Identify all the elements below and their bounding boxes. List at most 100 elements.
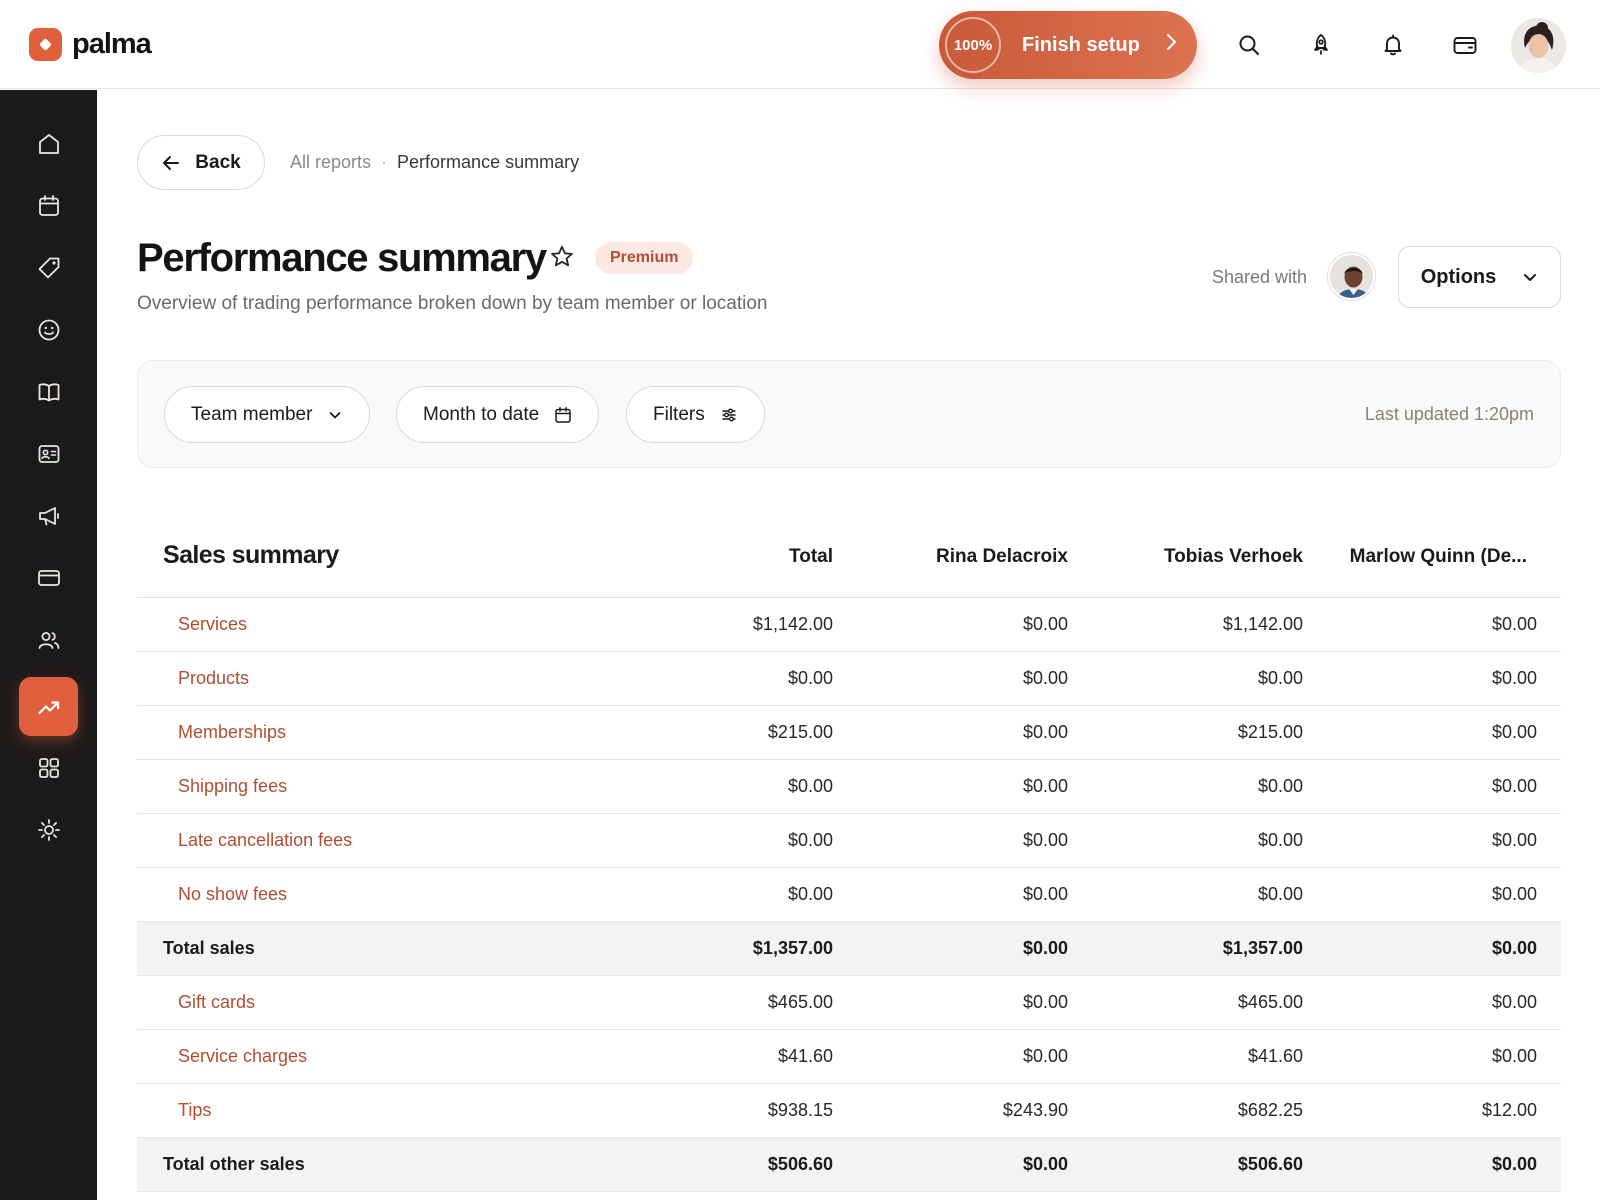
megaphone-icon xyxy=(38,506,59,525)
breadcrumb-current: Performance summary xyxy=(397,152,580,172)
table-row: No show fees $0.00 $0.00 $0.00 $0.00 xyxy=(137,868,1561,922)
row-value: $0.00 xyxy=(1257,884,1303,904)
setup-progress-ring: 100% xyxy=(945,17,1001,73)
rocket-icon[interactable] xyxy=(1305,29,1337,61)
sidebar-item-offers[interactable] xyxy=(19,238,78,297)
sidebar-item-apps[interactable] xyxy=(19,738,78,797)
brand-name: palma xyxy=(72,28,152,60)
arrow-left-icon xyxy=(163,155,180,170)
chevron-right-icon xyxy=(1164,32,1178,58)
row-value: $1,357.00 xyxy=(1222,938,1303,958)
row-value: $682.25 xyxy=(1237,1100,1303,1120)
row-value: $506.60 xyxy=(767,1154,833,1174)
search-icon[interactable] xyxy=(1233,29,1265,61)
sidebar-item-settings[interactable] xyxy=(19,800,78,859)
sidebar-item-marketing[interactable] xyxy=(19,486,78,545)
premium-badge: Premium xyxy=(595,242,694,274)
row-label[interactable]: Products xyxy=(178,668,249,689)
row-value: $215.00 xyxy=(1237,722,1303,742)
row-value: $0.00 xyxy=(1022,992,1068,1012)
row-value: $0.00 xyxy=(1022,668,1068,688)
row-label[interactable]: No show fees xyxy=(178,884,287,905)
user-avatar[interactable] xyxy=(1511,18,1566,73)
column-header-total[interactable]: Total xyxy=(789,546,833,568)
row-label[interactable]: Service charges xyxy=(178,1046,307,1067)
row-label[interactable]: Tips xyxy=(178,1100,211,1121)
row-value: $41.60 xyxy=(1247,1046,1303,1066)
row-value: $506.60 xyxy=(1237,1154,1303,1174)
row-value: $0.00 xyxy=(1491,1046,1537,1066)
row-label[interactable]: Services xyxy=(178,614,247,635)
date-range-picker[interactable]: Month to date xyxy=(396,386,600,443)
top-bar: palma 100% Finish setup xyxy=(0,0,1600,89)
contact-card-icon xyxy=(38,444,59,463)
options-dropdown-button[interactable]: Options xyxy=(1398,246,1561,308)
bell-icon[interactable] xyxy=(1377,29,1409,61)
sidebar-item-reports[interactable] xyxy=(19,677,78,736)
row-value: $1,142.00 xyxy=(752,614,833,634)
row-value: $243.90 xyxy=(1002,1100,1068,1120)
row-value: $938.15 xyxy=(767,1100,833,1120)
row-value: $0.00 xyxy=(1491,722,1537,742)
row-value: $0.00 xyxy=(1022,1046,1068,1066)
date-range-label: Month to date xyxy=(423,403,540,425)
table-total-row: Total other sales $506.60 $0.00 $506.60 $0.0… xyxy=(137,1138,1561,1192)
column-header-member[interactable]: Rina Delacroix xyxy=(936,546,1068,568)
column-header-member[interactable]: Tobias Verhoek xyxy=(1164,546,1303,568)
table-row: Late cancellation fees $0.00 $0.00 $0.00 $0.… xyxy=(137,814,1561,868)
row-value: $215.00 xyxy=(767,722,833,742)
group-by-dropdown[interactable]: Team member xyxy=(164,386,371,443)
row-value: $0.00 xyxy=(787,884,833,904)
column-header-member[interactable]: Marlow Quinn (De... xyxy=(1350,546,1527,568)
shared-user-avatar[interactable] xyxy=(1328,253,1375,300)
book-icon xyxy=(38,382,59,401)
favorite-star-icon[interactable] xyxy=(549,244,575,275)
breadcrumb-all-reports[interactable]: All reports xyxy=(290,152,371,173)
settings-icon xyxy=(37,818,60,841)
sidebar-item-payments[interactable] xyxy=(19,548,78,607)
row-value: $0.00 xyxy=(787,668,833,688)
row-value: $0.00 xyxy=(1022,722,1068,742)
row-label: Total other sales xyxy=(163,1154,305,1174)
table-row: Memberships $215.00 $0.00 $215.00 $0.00 xyxy=(137,706,1561,760)
table-header: Sales summary Total Rina Delacroix Tobia… xyxy=(137,518,1561,598)
row-value: $0.00 xyxy=(1257,668,1303,688)
options-label: Options xyxy=(1420,265,1497,288)
sidebar-item-team[interactable] xyxy=(19,424,78,483)
home-icon xyxy=(38,133,59,154)
group-by-label: Team member xyxy=(191,403,313,425)
row-label[interactable]: Shipping fees xyxy=(178,776,287,797)
sidebar-item-calendar[interactable] xyxy=(19,176,78,235)
filter-panel: Team member Month to date Filters Last u… xyxy=(137,360,1561,468)
chevron-down-icon xyxy=(1524,274,1537,281)
row-value: $0.00 xyxy=(1022,776,1068,796)
sidebar-item-catalog[interactable] xyxy=(19,362,78,421)
sidebar xyxy=(0,90,97,1200)
table-row: Tips $938.15 $243.90 $682.25 $12.00 xyxy=(137,1084,1561,1138)
row-label[interactable]: Late cancellation fees xyxy=(178,830,352,851)
calendar-icon xyxy=(38,194,59,216)
row-value: $1,357.00 xyxy=(752,938,833,958)
sidebar-item-clients[interactable] xyxy=(19,300,78,359)
finish-setup-button[interactable]: 100% Finish setup xyxy=(939,11,1197,79)
back-button[interactable]: Back xyxy=(137,135,265,190)
shared-with-label: Shared with xyxy=(1212,267,1308,287)
logo-mark-icon xyxy=(29,28,62,61)
filters-button[interactable]: Filters xyxy=(626,386,765,443)
row-label[interactable]: Memberships xyxy=(178,722,286,743)
table-row: Services $1,142.00 $0.00 $1,142.00 $0.00 xyxy=(137,598,1561,652)
table-row: Shipping fees $0.00 $0.00 $0.00 $0.00 xyxy=(137,760,1561,814)
tag-icon xyxy=(38,257,59,278)
back-label: Back xyxy=(195,151,241,173)
wallet-icon[interactable] xyxy=(1449,29,1481,61)
sidebar-item-home[interactable] xyxy=(19,114,78,173)
brand-logo[interactable]: palma xyxy=(29,28,152,61)
last-updated-text: Last updated 1:20pm xyxy=(1364,404,1534,424)
sidebar-item-people[interactable] xyxy=(19,610,78,669)
row-value: $0.00 xyxy=(1491,776,1537,796)
row-value: $12.00 xyxy=(1481,1100,1537,1120)
row-label[interactable]: Gift cards xyxy=(178,992,255,1013)
row-value: $0.00 xyxy=(1491,668,1537,688)
row-value: $0.00 xyxy=(787,830,833,850)
trend-up-icon xyxy=(37,700,59,714)
